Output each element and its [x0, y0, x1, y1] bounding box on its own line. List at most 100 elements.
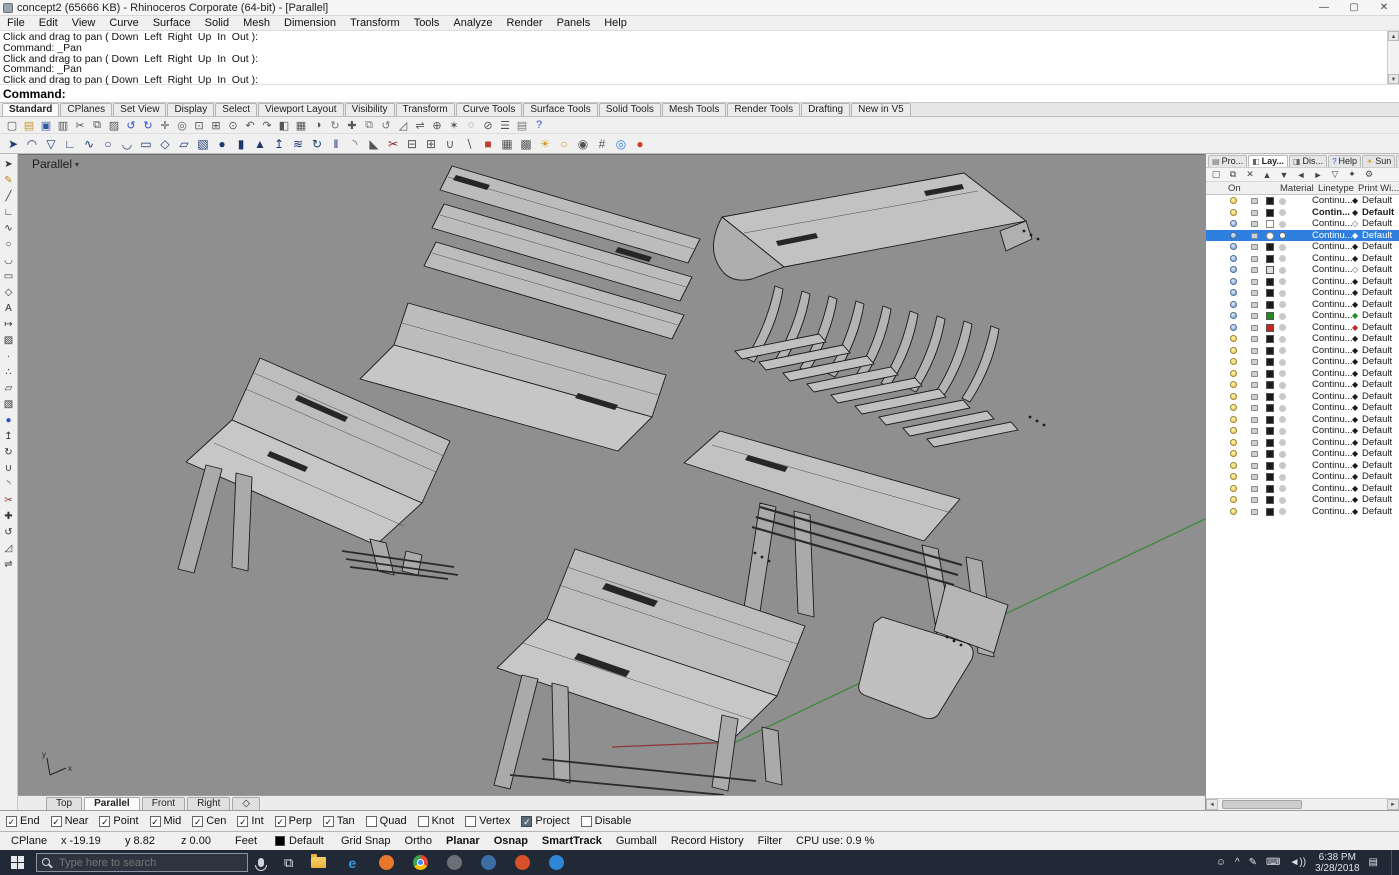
layer-color-swatch[interactable] — [1266, 312, 1274, 320]
zoom-selected-icon[interactable]: ⊙ — [225, 118, 241, 133]
viewport-canvas[interactable]: x y — [18, 155, 1205, 795]
scroll-right-icon[interactable]: ► — [1387, 799, 1399, 810]
grid-icon[interactable]: # — [593, 135, 611, 152]
redo-icon[interactable]: ↻ — [140, 118, 156, 133]
layer-print-width[interactable]: Default — [1362, 310, 1392, 322]
layer-linetype[interactable]: Continu... — [1312, 333, 1353, 345]
layer-on-bulb-icon[interactable] — [1230, 485, 1237, 492]
status-feet[interactable]: Feet — [228, 835, 268, 847]
new-viewport-tab[interactable]: ◇ — [232, 797, 260, 810]
checkbox-mid[interactable]: ✓ — [150, 816, 161, 827]
layer-linetype[interactable]: Continu... — [1312, 506, 1353, 518]
layer-lock-icon[interactable] — [1251, 359, 1258, 365]
layer-linetype[interactable]: Continu... — [1312, 345, 1353, 357]
sun-icon[interactable]: ☀ — [536, 135, 554, 152]
panel-tab-help[interactable]: ?Help — [1328, 155, 1361, 167]
command-history-scrollbar[interactable]: ▲ ▼ — [1387, 31, 1399, 84]
extrude-tool-icon[interactable]: ↥ — [1, 429, 16, 444]
scale-tool-icon[interactable]: ◿ — [1, 541, 16, 556]
layer-on-bulb-icon[interactable] — [1230, 450, 1237, 457]
material-icon[interactable]: ■ — [479, 135, 497, 152]
layer-print-width[interactable]: Default — [1362, 241, 1392, 253]
revolve-tool-icon[interactable]: ↻ — [1, 445, 16, 460]
light-icon[interactable]: ○ — [555, 135, 573, 152]
start-button[interactable] — [0, 850, 34, 875]
properties-icon[interactable]: ▤ — [514, 118, 530, 133]
layer-material-icon[interactable] — [1279, 382, 1286, 389]
layer-lock-icon[interactable] — [1251, 451, 1258, 457]
toolbar-tab-mesh-tools[interactable]: Mesh Tools — [662, 103, 726, 116]
fillet-icon[interactable]: ◝ — [346, 135, 364, 152]
cut-icon[interactable]: ✂ — [72, 118, 88, 133]
osnap-perp[interactable]: ✓Perp — [275, 815, 312, 827]
layer-lock-icon[interactable] — [1251, 244, 1258, 250]
layer-color-swatch[interactable] — [1266, 335, 1274, 343]
layer-color-swatch[interactable] — [1266, 232, 1274, 240]
curve-icon[interactable]: ∿ — [80, 135, 98, 152]
layer-color-swatch[interactable] — [1266, 278, 1274, 286]
layer-on-bulb-icon[interactable] — [1230, 404, 1237, 411]
zoom-window-icon[interactable]: ⊡ — [191, 118, 207, 133]
layer-on-bulb-icon[interactable] — [1230, 335, 1237, 342]
layer-print-width[interactable]: Default — [1362, 345, 1392, 357]
layer-on-bulb-icon[interactable] — [1230, 301, 1237, 308]
layer-color-swatch[interactable] — [1266, 462, 1274, 470]
layer-lock-icon[interactable] — [1251, 474, 1258, 480]
layer-lock-icon[interactable] — [1251, 313, 1258, 319]
toolbar-tab-render-tools[interactable]: Render Tools — [727, 103, 800, 116]
help-icon[interactable]: ? — [531, 118, 547, 133]
print-color-diamond-icon[interactable]: ◆ — [1352, 241, 1358, 253]
viewport-title[interactable]: Parallel — [32, 157, 72, 171]
osnap-int[interactable]: ✓Int — [237, 815, 263, 827]
layer-on-bulb-icon[interactable] — [1230, 462, 1237, 469]
layer-row[interactable]: Continu...◇Default — [1206, 264, 1399, 276]
layer-material-icon[interactable] — [1279, 439, 1286, 446]
checkbox-project[interactable]: ✓ — [521, 816, 532, 827]
layer-print-width[interactable]: Default — [1362, 506, 1392, 518]
toolbar-tab-set-view[interactable]: Set View — [113, 103, 166, 116]
layer-linetype[interactable]: Continu... — [1312, 287, 1353, 299]
delete-layer-icon[interactable]: ✕ — [1244, 169, 1256, 180]
join-icon[interactable]: ⊕ — [429, 118, 445, 133]
checkbox-end[interactable]: ✓ — [6, 816, 17, 827]
layer-lock-icon[interactable] — [1251, 394, 1258, 400]
layer-lock-icon[interactable] — [1251, 486, 1258, 492]
checkbox-cen[interactable]: ✓ — [192, 816, 203, 827]
layer-lock-icon[interactable] — [1251, 302, 1258, 308]
print-color-diamond-icon[interactable]: ◆ — [1352, 333, 1358, 345]
layer-linetype[interactable]: Continu... — [1312, 241, 1353, 253]
loft-icon[interactable]: ≋ — [289, 135, 307, 152]
keyboard-icon[interactable]: ⌨ — [1266, 857, 1280, 868]
layer-row[interactable]: Contin...◆Default — [1206, 207, 1399, 219]
print-color-diamond-icon[interactable]: ◆ — [1352, 356, 1358, 368]
status-cplane[interactable]: CPlane — [4, 835, 54, 847]
toolbar-tab-viewport-layout[interactable]: Viewport Layout — [258, 103, 344, 116]
layers-h-scrollbar[interactable]: ◄ ► — [1206, 798, 1399, 810]
checkbox-near[interactable]: ✓ — [51, 816, 62, 827]
layer-row[interactable]: Continu...◆Default — [1206, 356, 1399, 368]
layer-linetype[interactable]: Continu... — [1312, 356, 1353, 368]
save-icon[interactable]: ▣ — [38, 118, 54, 133]
layer-linetype[interactable]: Continu... — [1312, 230, 1353, 242]
layer-color-swatch[interactable] — [1266, 404, 1274, 412]
layer-tools-icon[interactable]: ✦ — [1346, 169, 1358, 180]
mirror-icon[interactable]: ⇌ — [412, 118, 428, 133]
layer-linetype[interactable]: Continu... — [1312, 299, 1353, 311]
print-color-diamond-icon[interactable]: ◆ — [1352, 345, 1358, 357]
checkbox-tan[interactable]: ✓ — [323, 816, 334, 827]
command-history[interactable]: Click and drag to pan ( Down Left Right … — [0, 31, 1399, 85]
move-layer-down-icon[interactable]: ▼ — [1278, 170, 1290, 180]
print-color-diamond-icon[interactable]: ◆ — [1352, 230, 1358, 242]
layer-material-icon[interactable] — [1279, 267, 1286, 274]
layer-print-width[interactable]: Default — [1362, 218, 1392, 230]
layer-linetype[interactable]: Continu... — [1312, 276, 1353, 288]
layer-color-swatch[interactable] — [1266, 427, 1274, 435]
select-icon[interactable]: ➤ — [4, 135, 22, 152]
checkbox-vertex[interactable] — [465, 816, 476, 827]
layer-linetype[interactable]: Continu... — [1312, 322, 1353, 334]
split-icon[interactable]: ⊟ — [403, 135, 421, 152]
layer-print-width[interactable]: Default — [1362, 379, 1392, 391]
layer-row[interactable]: Continu...◆Default — [1206, 253, 1399, 265]
layer-row[interactable]: Continu...◆Default — [1206, 402, 1399, 414]
status-default[interactable]: Default — [268, 835, 334, 847]
